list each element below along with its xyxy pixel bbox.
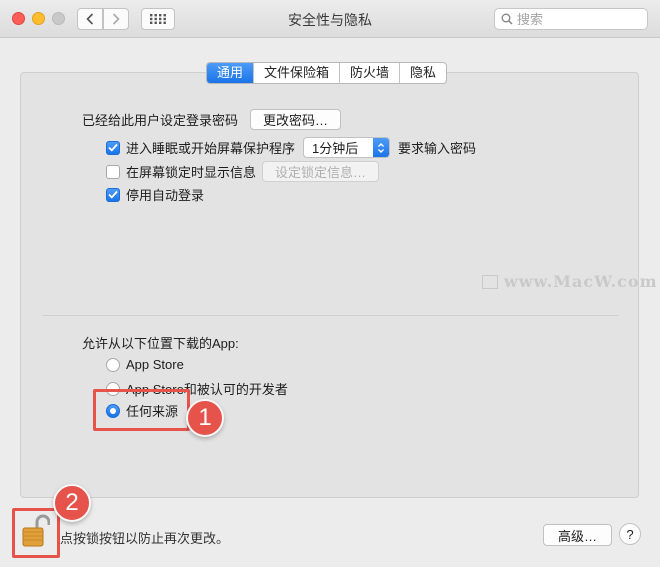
checkmark-icon [108, 190, 118, 199]
section-divider [42, 315, 618, 316]
password-row: 已经给此用户设定登录密码 更改密码… [82, 109, 342, 130]
search-input[interactable] [517, 11, 637, 27]
tab-filevault[interactable]: 文件保险箱 [254, 63, 341, 83]
lock-message-checkbox-label: 在屏幕锁定时显示信息 [126, 165, 257, 180]
sleep-delay-value: 1分钟后 [312, 141, 359, 156]
sleep-row: 进入睡眠或开始屏幕保护程序 1分钟后 要求输入密码 [106, 137, 476, 158]
tab-general[interactable]: 通用 [207, 63, 255, 83]
watermark: www.MacW.com [482, 272, 658, 291]
help-button[interactable]: ? [619, 523, 641, 545]
lock-hint-text: 点按锁按钮以防止再次更改。 [60, 531, 230, 546]
radio-app-store-control[interactable] [106, 357, 120, 372]
radio-app-store-label: App Store [126, 357, 184, 372]
tab-bar: 通用 文件保险箱 防火墙 隐私 [206, 62, 448, 84]
title-bar: 安全性与隐私 [0, 0, 660, 38]
search-box[interactable] [494, 8, 648, 30]
autologin-row: 停用自动登录 [106, 185, 204, 204]
annotation-badge-1: 1 [186, 399, 224, 437]
lock-message-checkbox[interactable] [106, 164, 120, 179]
radio-app-store[interactable]: App Store [106, 357, 184, 372]
annotation-badge-2: 2 [53, 484, 91, 522]
watermark-text: www.MacW.com [504, 272, 658, 291]
require-password-label: 要求输入密码 [398, 141, 477, 156]
disable-autologin-label: 停用自动登录 [126, 188, 205, 203]
watermark-logo-icon [482, 274, 498, 289]
highlight-box-anywhere [93, 389, 190, 431]
disable-autologin-checkbox[interactable] [106, 187, 120, 202]
lock-message-row: 在屏幕锁定时显示信息 设定锁定信息… [106, 161, 380, 182]
padlock-unlocked-icon[interactable] [20, 514, 51, 548]
tab-privacy[interactable]: 隐私 [400, 63, 446, 83]
downloads-heading: 允许从以下位置下载的App: [82, 336, 239, 351]
search-icon [501, 13, 513, 25]
sleep-checkbox[interactable] [106, 140, 120, 155]
checkmark-icon [108, 143, 118, 152]
tab-firewall[interactable]: 防火墙 [340, 63, 401, 83]
change-password-button[interactable]: 更改密码… [250, 109, 342, 130]
sleep-checkbox-label: 进入睡眠或开始屏幕保护程序 [126, 141, 296, 156]
select-arrows-icon [373, 138, 390, 157]
password-label: 已经给此用户设定登录密码 [82, 113, 239, 128]
set-lock-message-button[interactable]: 设定锁定信息… [262, 161, 380, 182]
sleep-delay-select[interactable]: 1分钟后 [303, 137, 391, 158]
advanced-button[interactable]: 高级… [543, 524, 613, 546]
downloads-heading-row: 允许从以下位置下载的App: [82, 333, 239, 352]
